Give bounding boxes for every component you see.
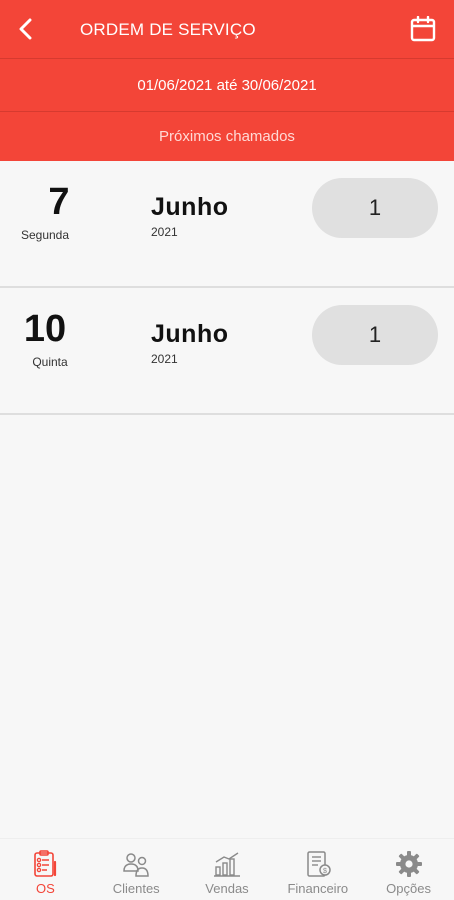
calendar-button[interactable] xyxy=(410,15,436,42)
gear-icon xyxy=(395,851,422,877)
year-label: 2021 xyxy=(151,352,178,366)
nav-item-os[interactable]: OS xyxy=(0,839,91,900)
section-title: Próximos chamados xyxy=(159,128,295,145)
date-range-text: 01/06/2021 até 30/06/2021 xyxy=(137,76,317,94)
list-item[interactable]: 7 Segunda Junho 2021 1 xyxy=(0,161,454,288)
nav-label: Vendas xyxy=(205,881,249,896)
nav-label: OS xyxy=(36,881,55,896)
chevron-left-icon xyxy=(19,18,32,40)
day-number: 7 xyxy=(48,181,70,223)
nav-item-vendas[interactable]: Vendas xyxy=(182,839,273,900)
nav-item-financeiro[interactable]: $ Financeiro xyxy=(272,839,363,900)
weekday-label: Segunda xyxy=(20,228,70,242)
people-icon xyxy=(123,853,149,877)
section-header: Próximos chamados xyxy=(0,111,454,161)
list-item[interactable]: 10 Quinta Junho 2021 1 xyxy=(0,288,454,415)
month-label: Junho xyxy=(151,193,229,221)
nav-label: Clientes xyxy=(112,881,160,896)
count-badge[interactable]: 1 xyxy=(312,305,438,365)
nav-item-clientes[interactable]: Clientes xyxy=(91,839,182,900)
calendar-icon xyxy=(410,15,436,42)
back-button[interactable] xyxy=(12,15,40,43)
date-range-bar[interactable]: 01/06/2021 até 30/06/2021 xyxy=(0,58,454,111)
app-bar: ORDEM DE SERVIÇO xyxy=(0,0,454,58)
nav-item-opcoes[interactable]: Opções xyxy=(363,839,454,900)
count-badge[interactable]: 1 xyxy=(312,178,438,238)
finance-document-icon: $ xyxy=(307,851,331,877)
nav-label: Financeiro xyxy=(287,881,349,896)
svg-text:$: $ xyxy=(323,868,327,875)
year-label: 2021 xyxy=(151,225,178,239)
month-label: Junho xyxy=(151,320,229,348)
sales-chart-icon xyxy=(213,852,240,877)
bottom-nav: OS Clientes Vendas $ Financeiro Opções xyxy=(0,838,454,900)
nav-label: Opções xyxy=(386,881,431,896)
weekday-label: Quinta xyxy=(32,355,68,369)
day-number: 10 xyxy=(23,308,67,350)
page-title: ORDEM DE SERVIÇO xyxy=(80,20,256,39)
clipboard-checklist-icon xyxy=(34,850,57,877)
